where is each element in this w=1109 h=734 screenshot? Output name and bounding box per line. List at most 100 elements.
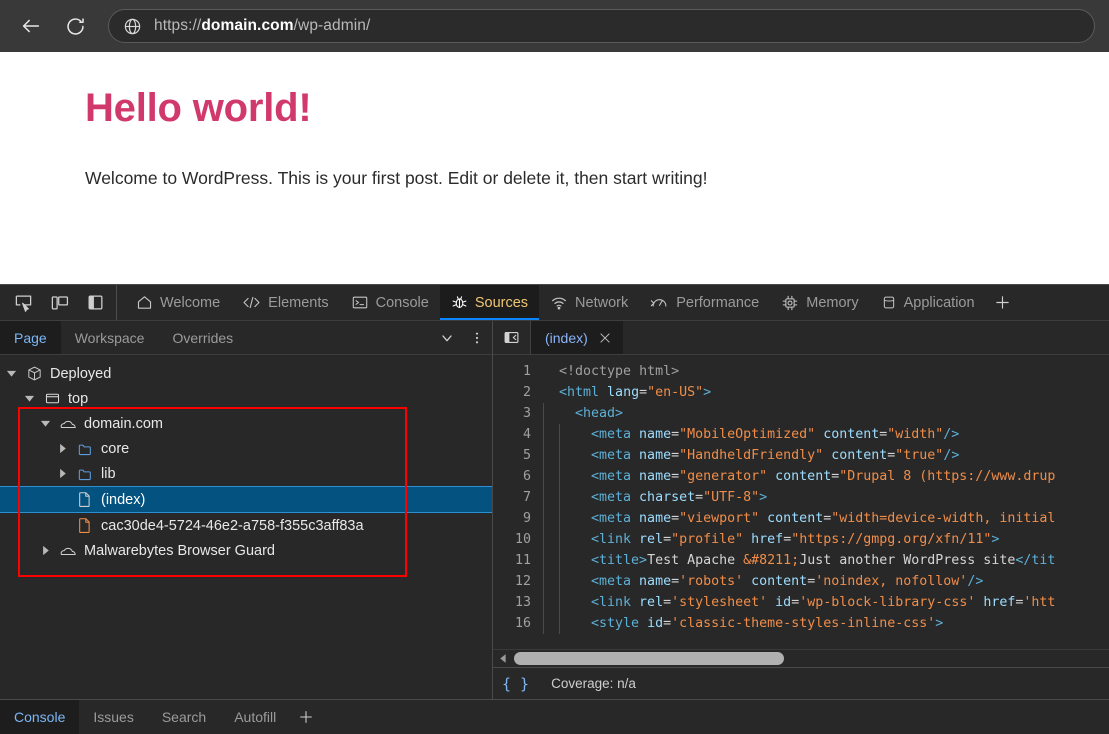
drawer-tab-console[interactable]: Console: [0, 700, 79, 734]
devtools-tab-performance[interactable]: Performance: [639, 285, 770, 320]
devtools-body: PageWorkspaceOverrides Deployedtop domain…: [0, 321, 1109, 699]
code-token: name: [631, 571, 671, 592]
code-token: Test Apache: [647, 550, 743, 571]
file-tree[interactable]: Deployedtop domain.com core lib (index)cac30…: [0, 355, 492, 699]
scroll-left-arrow-icon[interactable]: [497, 652, 510, 665]
indent-guide: [543, 424, 559, 445]
chevron-down-icon[interactable]: [432, 321, 462, 354]
devtools-tab-list: Welcome Elements ConsoleSourcesNetworkPerf…: [125, 285, 986, 320]
show-navigator-icon[interactable]: [493, 321, 531, 354]
devtools-tab-label: Elements: [268, 295, 328, 311]
indent-guides: [543, 529, 575, 550]
code-token: =: [807, 571, 815, 592]
devtools-tab-welcome[interactable]: Welcome: [125, 285, 231, 320]
indent-guide: [559, 508, 575, 529]
file-tree-row[interactable]: Deployed: [0, 361, 492, 386]
file-tree-row[interactable]: top: [0, 386, 492, 411]
code-token: >: [935, 613, 943, 634]
file-tree-label: lib: [101, 466, 116, 482]
devtools-tab-elements[interactable]: Elements: [231, 285, 339, 320]
close-icon[interactable]: [598, 331, 612, 345]
editor-horizontal-scrollbar[interactable]: [493, 649, 1109, 667]
scrollbar-track[interactable]: [514, 652, 1105, 665]
code-token: <!doctype html>: [559, 361, 679, 382]
code-brackets-icon: [242, 294, 261, 311]
devtools-tab-application[interactable]: Application: [870, 285, 986, 320]
code-token: =: [671, 571, 679, 592]
file-tree-row[interactable]: domain.com: [0, 411, 492, 436]
kebab-menu-icon[interactable]: [462, 321, 492, 354]
triangle-down-icon[interactable]: [24, 393, 38, 404]
code-token: "viewport": [679, 508, 759, 529]
code-token: href: [743, 529, 783, 550]
drawer-tab-search[interactable]: Search: [148, 700, 220, 734]
pretty-print-icon[interactable]: { }: [502, 675, 529, 693]
line-number: 2: [493, 382, 543, 403]
triangle-right-icon[interactable]: [57, 468, 71, 479]
code-token: "width=device-width, initial: [831, 508, 1055, 529]
devtools-tab-memory[interactable]: Memory: [770, 285, 869, 320]
indent-guide: [543, 487, 559, 508]
drawer-tab-autofill[interactable]: Autofill: [220, 700, 290, 734]
indent-guide: [559, 592, 575, 613]
code-token: <meta: [591, 466, 631, 487]
code-indent: [575, 487, 591, 508]
code-indent: [575, 424, 591, 445]
indent-guide: [543, 613, 559, 634]
code-token: </tit: [1015, 550, 1055, 571]
indent-guides: [543, 571, 575, 592]
triangle-right-icon[interactable]: [57, 443, 71, 454]
triangle-down-icon[interactable]: [40, 418, 54, 429]
reload-button[interactable]: [58, 9, 92, 43]
back-button[interactable]: [14, 9, 48, 43]
devtools-tab-network[interactable]: Network: [539, 285, 639, 320]
dock-side-icon[interactable]: [82, 291, 108, 315]
code-indent: [575, 508, 591, 529]
indent-guides: [543, 550, 575, 571]
code-token: 'wp-block-library-css': [799, 592, 975, 613]
reload-icon: [65, 16, 86, 37]
file-tree-label: domain.com: [84, 416, 163, 432]
code-line: 11 <title>Test Apache &#8211;Just anothe…: [493, 550, 1109, 571]
code-indent: [575, 613, 591, 634]
drawer-tab-issues[interactable]: Issues: [79, 700, 147, 734]
devtools-tab-sources[interactable]: Sources: [440, 285, 539, 320]
navigator-subtab-workspace[interactable]: Workspace: [61, 321, 159, 354]
code-token: =: [671, 466, 679, 487]
file-tree-row[interactable]: Malwarebytes Browser Guard: [0, 538, 492, 563]
add-panel-button[interactable]: [986, 285, 1020, 320]
devtools-tab-console[interactable]: Console: [340, 285, 440, 320]
scrollbar-thumb[interactable]: [514, 652, 784, 665]
address-bar[interactable]: https://domain.com/wp-admin/: [108, 9, 1095, 43]
navigator-subtab-overrides[interactable]: Overrides: [158, 321, 247, 354]
devtools-tab-label: Welcome: [160, 295, 220, 311]
indent-guides: [543, 592, 575, 613]
indent-guide: [559, 445, 575, 466]
device-toolbar-icon[interactable]: [46, 291, 72, 315]
navigator-subtab-page[interactable]: Page: [0, 321, 61, 354]
indent-guide: [543, 466, 559, 487]
triangle-down-icon[interactable]: [6, 368, 20, 379]
file-tree-row[interactable]: (index): [0, 486, 492, 513]
inspect-element-icon[interactable]: [10, 291, 36, 315]
editor-file-tab[interactable]: (index): [531, 321, 623, 354]
code-token: <meta: [591, 424, 631, 445]
devtools-tab-label: Memory: [806, 295, 858, 311]
file-tree-row[interactable]: lib: [0, 461, 492, 486]
code-token: name: [631, 466, 671, 487]
file-tree-row[interactable]: cac30de4-5724-46e2-a758-f355c3aff83a: [0, 513, 492, 538]
indent-guide: [559, 466, 575, 487]
code-token: content: [815, 424, 879, 445]
triangle-right-icon[interactable]: [40, 545, 54, 556]
code-token: "en-US": [647, 382, 703, 403]
home-icon: [136, 294, 153, 311]
line-number: 6: [493, 466, 543, 487]
file-tree-row[interactable]: core: [0, 436, 492, 461]
add-drawer-tab-button[interactable]: [290, 700, 322, 734]
code-token: 'classic-theme-styles-inline-css': [671, 613, 935, 634]
code-token: <link: [591, 529, 631, 550]
indent-guide: [559, 529, 575, 550]
code-editor[interactable]: 1 <!doctype html>2 <html lang="en-US">3 …: [493, 355, 1109, 649]
code-token: =: [783, 529, 791, 550]
indent-guide: [559, 613, 575, 634]
